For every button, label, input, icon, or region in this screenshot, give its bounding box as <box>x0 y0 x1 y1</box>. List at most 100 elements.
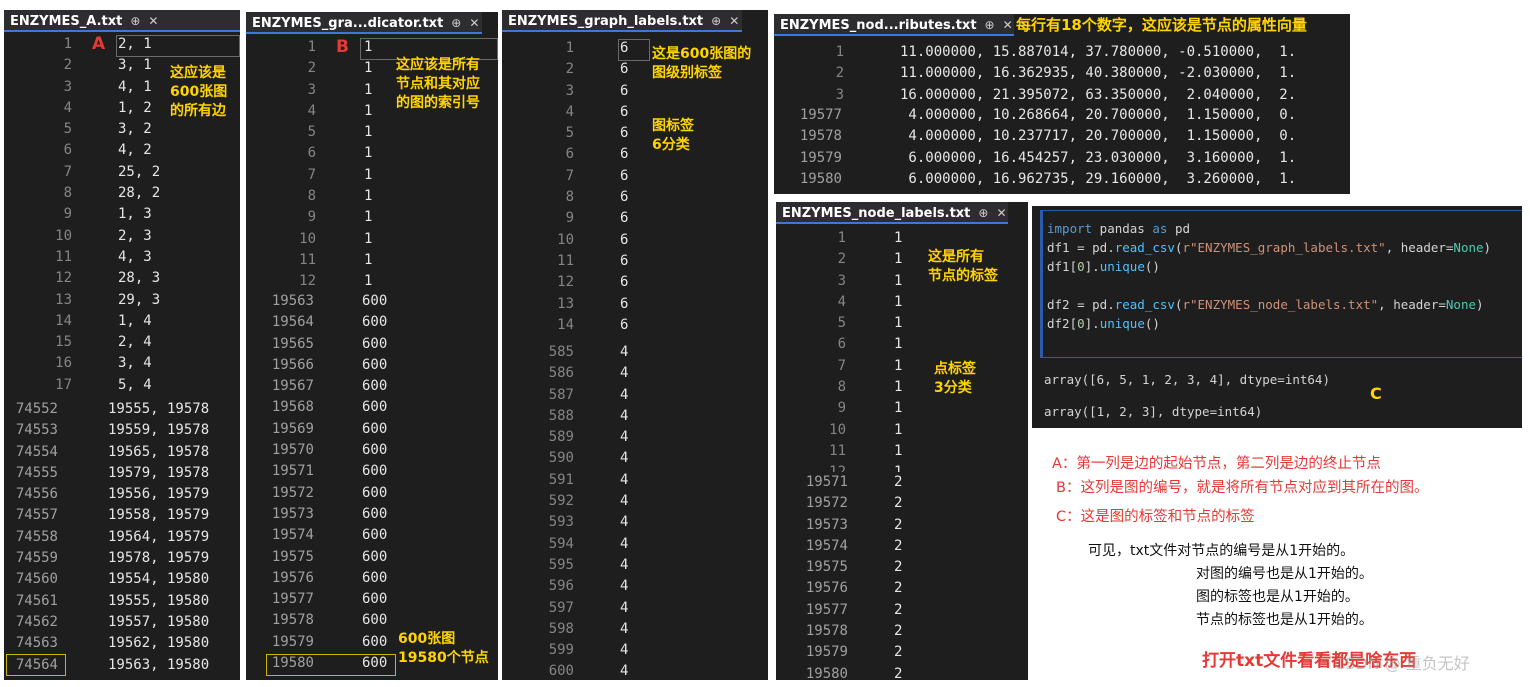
code-line[interactable]: 13 29, 3 <box>4 290 240 311</box>
code-line[interactable]: 10 6 <box>502 230 768 251</box>
code-line[interactable]: 7 25, 2 <box>4 162 240 183</box>
code-line[interactable]: 19572 600 <box>246 483 498 504</box>
code-line[interactable]: 595 4 <box>502 555 768 576</box>
code-line[interactable]: 19579 2 <box>776 642 1028 663</box>
code-line[interactable]: 19576 600 <box>246 568 498 589</box>
code-line[interactable]: 74563 19562, 19580 <box>4 633 240 654</box>
code-line[interactable]: 588 4 <box>502 406 768 427</box>
code-line[interactable]: 74562 19557, 19580 <box>4 612 240 633</box>
code-line[interactable]: 74561 19555, 19580 <box>4 591 240 612</box>
code-line[interactable]: 589 4 <box>502 427 768 448</box>
code-line[interactable]: 66 <box>502 144 768 165</box>
tab-node-labels[interactable]: ENZYMES_node_labels.txt ⊕ ✕ <box>776 202 1008 224</box>
code-line[interactable]: 11 1 <box>246 250 498 271</box>
code-line[interactable]: 61 <box>246 143 498 164</box>
code-line[interactable]: 599 4 <box>502 640 768 661</box>
code-line[interactable]: 74560 19554, 19580 <box>4 569 240 590</box>
code-line[interactable]: 74559 19578, 19579 <box>4 548 240 569</box>
code-lines-bottom[interactable]: 19563 600 19564 600 19565 600 19566 600 19567 600… <box>246 291 498 675</box>
code-line[interactable]: 76 <box>502 166 768 187</box>
code-line[interactable]: 96 <box>502 208 768 229</box>
code-line[interactable]: 2 11.000000, 16.362935, 40.380000, -2.030… <box>774 63 1350 84</box>
code-cell[interactable]: import pandas as pd df1 = pd.read_csv(r"… <box>1040 210 1522 358</box>
code-line[interactable]: 74556 19556, 19579 <box>4 484 240 505</box>
code-line[interactable]: 71 <box>246 165 498 186</box>
code-line[interactable]: 10 1 <box>776 420 1028 441</box>
code-line[interactable]: 14 6 <box>502 315 768 336</box>
pin-icon[interactable]: ⊕ <box>451 16 461 30</box>
code-line[interactable]: 19575 2 <box>776 557 1028 578</box>
code-line[interactable]: 10 1 <box>246 229 498 250</box>
code-line[interactable]: 74557 19558, 19579 <box>4 505 240 526</box>
code-line[interactable]: 585 4 <box>502 342 768 363</box>
pin-icon[interactable]: ⊕ <box>985 18 995 32</box>
code-line[interactable]: 19573 600 <box>246 504 498 525</box>
code-line[interactable]: 19580 2 <box>776 664 1028 680</box>
code-line[interactable]: 74558 19564, 19579 <box>4 527 240 548</box>
code-line[interactable]: 597 4 <box>502 598 768 619</box>
code-line[interactable]: 19571 600 <box>246 461 498 482</box>
code-line[interactable]: 36 <box>502 81 768 102</box>
close-icon[interactable]: ✕ <box>996 206 1006 220</box>
code-line[interactable]: 19569 600 <box>246 419 498 440</box>
code-line[interactable]: 591 4 <box>502 470 768 491</box>
code-line[interactable]: 14 1, 4 <box>4 311 240 332</box>
code-line[interactable]: 11 <box>776 228 1028 249</box>
code-line[interactable]: 13 6 <box>502 294 768 315</box>
code-line[interactable]: 596 4 <box>502 576 768 597</box>
code-lines-bottom[interactable]: 19571 2 19572 2 19573 2 19574 2 19575 2 19576 2 1957… <box>776 472 1028 680</box>
code-line[interactable]: 587 4 <box>502 385 768 406</box>
code-line[interactable]: 19573 2 <box>776 515 1028 536</box>
code-line[interactable]: 11 1 <box>776 441 1028 462</box>
code-line[interactable]: 19568 600 <box>246 397 498 418</box>
tab-node-attributes[interactable]: ENZYMES_nod...ributes.txt ⊕ ✕ <box>774 14 1014 36</box>
code-line[interactable]: 51 <box>246 122 498 143</box>
code-line[interactable]: 5 3, 2 <box>4 119 240 140</box>
code-line[interactable]: 19574 600 <box>246 525 498 546</box>
code-line[interactable]: 19566 600 <box>246 355 498 376</box>
code-line[interactable]: 19574 2 <box>776 536 1028 557</box>
code-line[interactable]: 74555 19579, 19578 <box>4 463 240 484</box>
code-line[interactable]: 11 6 <box>502 251 768 272</box>
code-line[interactable]: 16 3, 4 <box>4 353 240 374</box>
code-line[interactable]: 46 <box>502 102 768 123</box>
code-line[interactable]: 56 <box>502 123 768 144</box>
code-line[interactable]: 12 1 <box>246 271 498 292</box>
code-line[interactable]: 19563 600 <box>246 291 498 312</box>
code-line[interactable]: 590 4 <box>502 448 768 469</box>
close-icon[interactable]: ✕ <box>148 14 158 28</box>
pin-icon[interactable]: ⊕ <box>711 14 721 28</box>
code-line[interactable]: 91 <box>776 398 1028 419</box>
code-line[interactable]: 8 28, 2 <box>4 183 240 204</box>
code-line[interactable]: 74553 19559, 19578 <box>4 420 240 441</box>
code-line[interactable]: 598 4 <box>502 619 768 640</box>
code-lines-bottom[interactable]: 585 4 586 4 587 4 588 4 589 4 590 4 591 4 592 4 593 4 594 4… <box>502 342 768 680</box>
code-line[interactable]: 10 2, 3 <box>4 226 240 247</box>
code-line[interactable]: 6 4, 2 <box>4 140 240 161</box>
code-line[interactable]: 12 28, 3 <box>4 268 240 289</box>
code-line[interactable]: 19577 2 <box>776 600 1028 621</box>
code-line[interactable]: 81 <box>776 377 1028 398</box>
code-line[interactable]: 74552 19555, 19578 <box>4 399 240 420</box>
code-line[interactable]: 11 4, 3 <box>4 247 240 268</box>
code-line[interactable]: 19575 600 <box>246 547 498 568</box>
pin-icon[interactable]: ⊕ <box>130 14 140 28</box>
code-line[interactable]: 15 2, 4 <box>4 332 240 353</box>
close-icon[interactable]: ✕ <box>469 16 479 30</box>
code-line[interactable]: 592 4 <box>502 491 768 512</box>
code-line[interactable]: 71 <box>776 356 1028 377</box>
code-line[interactable]: 19578 600 <box>246 610 498 631</box>
code-line[interactable]: 9 1, 3 <box>4 204 240 225</box>
code-line[interactable]: 1 11.000000, 15.887014, 37.780000, -0.510… <box>774 42 1350 63</box>
code-line[interactable]: 17 5, 4 <box>4 375 240 396</box>
code-line[interactable]: 86 <box>502 187 768 208</box>
code-lines-bottom[interactable]: 74552 19555, 19578 74553 19559, 19578 74554 1… <box>4 399 240 676</box>
code-line[interactable]: 19564 600 <box>246 312 498 333</box>
code-line[interactable]: 19576 2 <box>776 578 1028 599</box>
code-line[interactable]: 19579 6.000000, 16.454257, 23.030000, 3.… <box>774 148 1350 169</box>
code-line[interactable]: 91 <box>246 207 498 228</box>
tab-graph-indicator[interactable]: ENZYMES_gra...dicator.txt ⊕ ✕ <box>246 12 482 34</box>
close-icon[interactable]: ✕ <box>1003 18 1013 32</box>
code-line[interactable]: 41 <box>776 292 1028 313</box>
tab-graph-labels[interactable]: ENZYMES_graph_labels.txt ⊕ ✕ <box>502 10 742 32</box>
